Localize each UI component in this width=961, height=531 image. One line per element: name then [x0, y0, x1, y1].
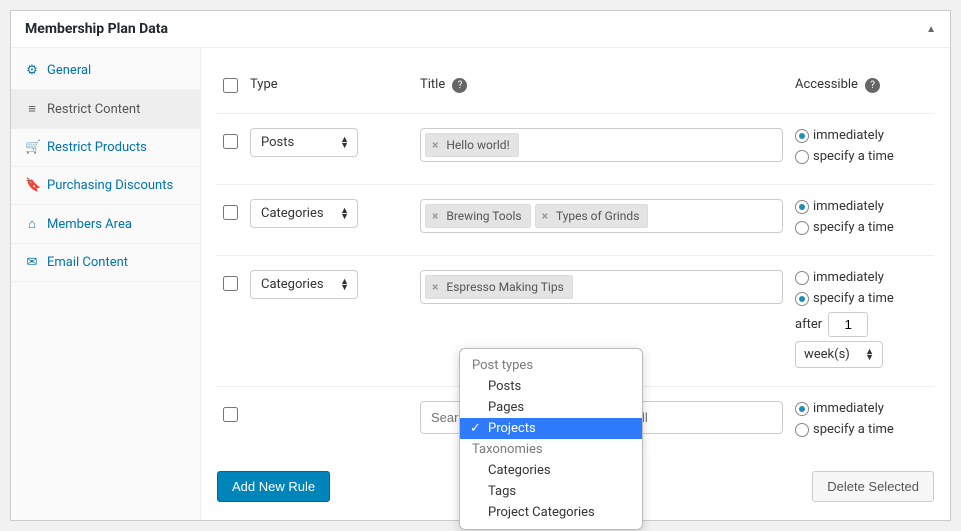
caret-icon: ▲▼: [865, 349, 874, 361]
title-tags-input[interactable]: ×Brewing Tools ×Types of Grinds: [420, 199, 783, 233]
row-checkbox[interactable]: [223, 205, 238, 220]
sidebar-item-purchasing-discounts[interactable]: 🔖 Purchasing Discounts: [11, 167, 200, 205]
row-checkbox[interactable]: [223, 134, 238, 149]
dropdown-option[interactable]: Project Categories: [460, 502, 642, 523]
content-area: Type Title ? Accessible ?: [201, 48, 950, 520]
tag-icon: 🔖: [25, 178, 39, 193]
dropdown-option[interactable]: Categories: [460, 460, 642, 481]
row-checkbox[interactable]: [223, 276, 238, 291]
access-immediately[interactable]: immediately: [795, 199, 928, 214]
rule-row: Categories ▲▼ ×Brewing Tools ×Types of G…: [217, 185, 934, 256]
tag: ×Espresso Making Tips: [425, 275, 573, 299]
after-unit-select[interactable]: week(s) ▲▼: [795, 341, 883, 368]
tag: ×Brewing Tools: [425, 204, 531, 228]
after-row: after: [795, 312, 928, 337]
wrench-icon: ⚙: [25, 63, 39, 78]
tag: ×Types of Grinds: [535, 204, 649, 228]
access-specify[interactable]: specify a time: [795, 291, 928, 306]
col-accessible: Accessible ?: [789, 62, 934, 114]
sidebar-item-general[interactable]: ⚙ General: [11, 52, 200, 90]
select-all-checkbox[interactable]: [223, 78, 238, 93]
dropdown-option[interactable]: Pages: [460, 397, 642, 418]
title-tags-input[interactable]: ×Espresso Making Tips: [420, 270, 783, 304]
tag-remove-icon[interactable]: ×: [540, 209, 550, 223]
delete-selected-button[interactable]: Delete Selected: [812, 471, 934, 502]
sidebar-item-label: Restrict Content: [47, 102, 140, 117]
access-immediately[interactable]: immediately: [795, 128, 928, 143]
rule-row: Posts ▲▼ ×Hello world! immediately speci…: [217, 114, 934, 185]
tag-remove-icon[interactable]: ×: [430, 209, 440, 223]
membership-panel: Membership Plan Data ▲ ⚙ General ≡ Restr…: [10, 10, 951, 521]
tag-remove-icon[interactable]: ×: [430, 280, 440, 294]
caret-icon: ▲▼: [340, 208, 349, 220]
tag: ×Hello world!: [425, 133, 519, 157]
sidebar-item-restrict-products[interactable]: 🛒 Restrict Products: [11, 129, 200, 167]
panel-title: Membership Plan Data: [25, 21, 168, 37]
sidebar-item-email-content[interactable]: ✉ Email Content: [11, 244, 200, 282]
dropdown-option[interactable]: Posts: [460, 376, 642, 397]
panel-header: Membership Plan Data ▲: [11, 11, 950, 48]
caret-icon: ▲▼: [340, 279, 349, 291]
dropdown-group-label: Taxonomies: [460, 439, 642, 460]
after-value-input[interactable]: [828, 312, 868, 337]
dropdown-group-label: Post types: [460, 355, 642, 376]
caret-icon: ▲▼: [340, 137, 349, 149]
access-specify[interactable]: specify a time: [795, 220, 928, 235]
dropdown-option[interactable]: Projects: [460, 418, 642, 439]
access-immediately[interactable]: immediately: [795, 401, 928, 416]
collapse-toggle[interactable]: ▲: [926, 24, 936, 35]
access-specify[interactable]: specify a time: [795, 149, 928, 164]
cart-icon: 🛒: [25, 140, 39, 155]
help-icon[interactable]: ?: [452, 78, 467, 93]
sidebar-item-label: Purchasing Discounts: [47, 178, 173, 193]
envelope-icon: ✉: [25, 255, 39, 270]
add-rule-button[interactable]: Add New Rule: [217, 471, 330, 502]
type-select[interactable]: Categories ▲▼: [250, 199, 358, 228]
list-icon: ≡: [25, 101, 39, 117]
sidebar-item-restrict-content[interactable]: ≡ Restrict Content: [11, 90, 200, 129]
col-type: Type: [244, 62, 414, 114]
access-immediately[interactable]: immediately: [795, 270, 928, 285]
sidebar: ⚙ General ≡ Restrict Content 🛒 Restrict …: [11, 48, 201, 520]
sidebar-item-label: General: [47, 63, 91, 78]
dropdown-option[interactable]: Tags: [460, 481, 642, 502]
access-specify[interactable]: specify a time: [795, 422, 928, 437]
title-tags-input[interactable]: ×Hello world!: [420, 128, 783, 162]
col-title: Title ?: [414, 62, 789, 114]
type-select[interactable]: Categories ▲▼: [250, 270, 358, 299]
type-select[interactable]: Posts ▲▼: [250, 128, 358, 157]
row-checkbox[interactable]: [223, 407, 238, 422]
sidebar-item-label: Restrict Products: [47, 140, 147, 155]
sidebar-item-label: Email Content: [47, 255, 128, 270]
type-dropdown[interactable]: Post types Posts Pages Projects Taxonomi…: [459, 348, 643, 530]
help-icon[interactable]: ?: [865, 78, 880, 93]
tag-remove-icon[interactable]: ×: [430, 138, 440, 152]
home-icon: ⌂: [25, 216, 39, 232]
sidebar-item-label: Members Area: [47, 217, 132, 232]
sidebar-item-members-area[interactable]: ⌂ Members Area: [11, 205, 200, 244]
